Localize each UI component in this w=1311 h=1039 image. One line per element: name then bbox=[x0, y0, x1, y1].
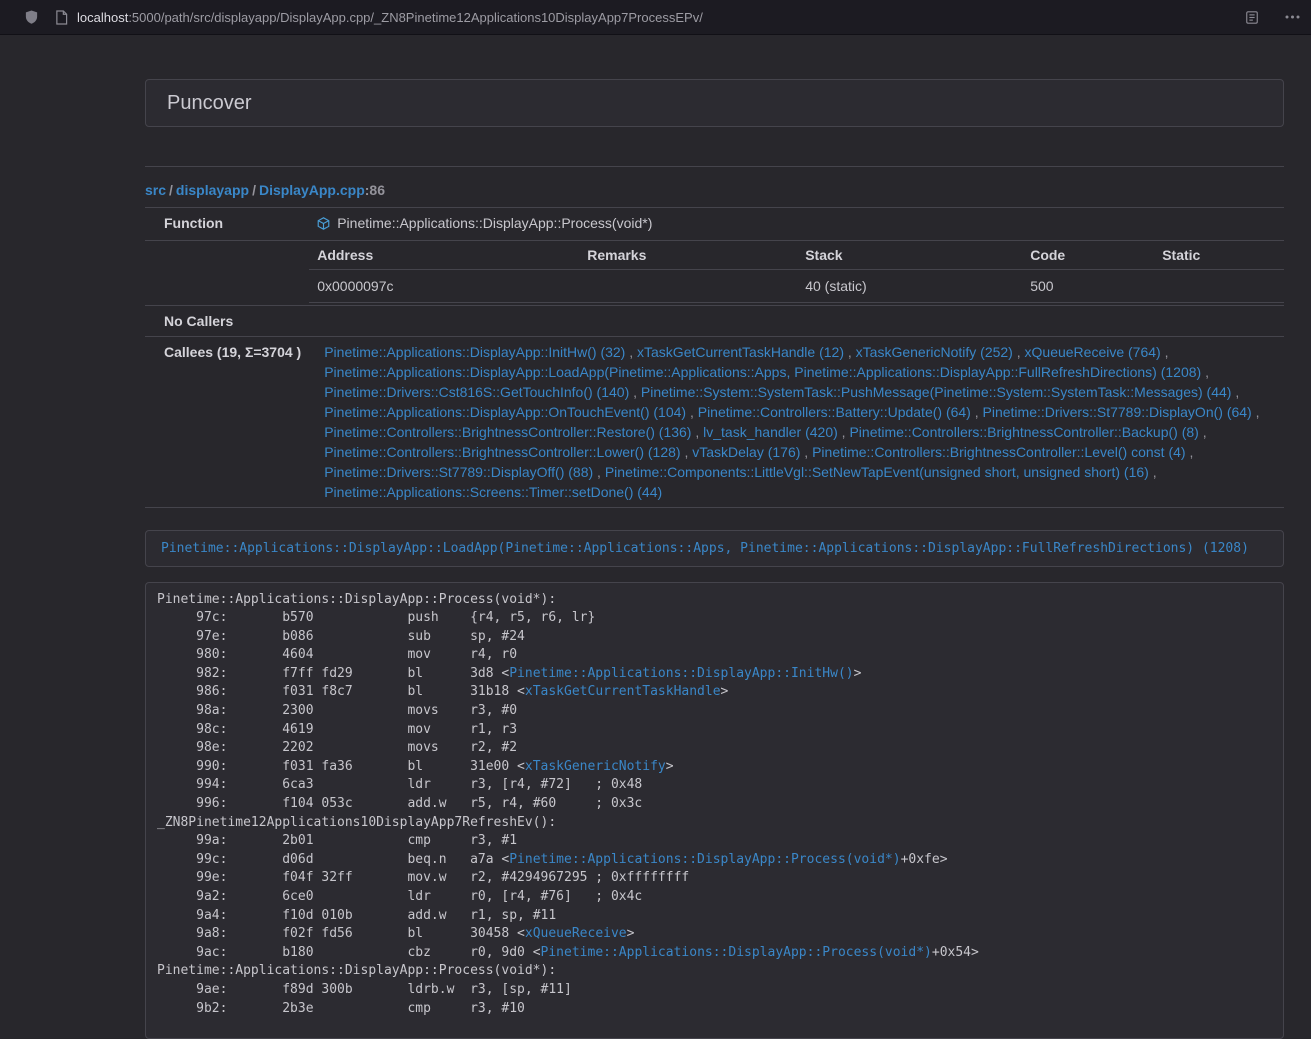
disasm-symbol-link[interactable]: xQueueReceive bbox=[525, 926, 627, 941]
breadcrumb: src/displayapp/DisplayApp.cpp:86 bbox=[145, 182, 1284, 198]
callee-separator: , bbox=[686, 404, 698, 420]
callee-link[interactable]: Pinetime::Drivers::St7789::DisplayOn() (… bbox=[983, 404, 1252, 420]
callee-link[interactable]: Pinetime::Applications::DisplayApp::Load… bbox=[324, 364, 1201, 380]
callee-separator: , bbox=[800, 444, 812, 460]
disasm-symbol-link[interactable]: xTaskGenericNotify bbox=[525, 759, 666, 774]
callee-separator: , bbox=[838, 424, 850, 440]
disasm-symbol-link[interactable]: Pinetime::Applications::DisplayApp::Proc… bbox=[541, 945, 932, 960]
selected-callee-box: Pinetime::Applications::DisplayApp::Load… bbox=[145, 530, 1284, 567]
url-bar[interactable]: localhost:5000/path/src/displayapp/Displ… bbox=[77, 10, 703, 25]
callee-link[interactable]: Pinetime::Applications::DisplayApp::OnTo… bbox=[324, 404, 686, 420]
page-actions-ellipsis-icon[interactable] bbox=[1285, 15, 1300, 19]
callees-cell: Pinetime::Applications::DisplayApp::Init… bbox=[309, 336, 1284, 507]
page-title: Puncover bbox=[167, 92, 252, 115]
function-row-label: Function bbox=[145, 208, 309, 241]
function-name: Pinetime::Applications::DisplayApp::Proc… bbox=[337, 213, 652, 233]
no-callers-label: No Callers bbox=[145, 305, 309, 336]
callees-label: Callees (19, Σ=3704 ) bbox=[145, 336, 309, 507]
address-value: 0x0000097c bbox=[309, 269, 579, 302]
callee-link[interactable]: Pinetime::Controllers::BrightnessControl… bbox=[324, 444, 680, 460]
callee-link[interactable]: xTaskGetCurrentTaskHandle (12) bbox=[637, 344, 844, 360]
callee-link[interactable]: Pinetime::System::SystemTask::PushMessag… bbox=[641, 384, 1232, 400]
callee-link[interactable]: Pinetime::Components::LittleVgl::SetNewT… bbox=[605, 464, 1149, 480]
breadcrumb-separator: / bbox=[249, 182, 259, 198]
browser-chrome: localhost:5000/path/src/displayapp/Displ… bbox=[0, 0, 1311, 35]
callee-link[interactable]: xTaskGenericNotify (252) bbox=[856, 344, 1013, 360]
table-row: Address Remarks Stack Code Static 0x0000… bbox=[145, 240, 1284, 305]
disasm-symbol-link[interactable]: Pinetime::Applications::DisplayApp::Proc… bbox=[509, 852, 900, 867]
remarks-value bbox=[579, 269, 797, 302]
address-table: Address Remarks Stack Code Static 0x0000… bbox=[309, 241, 1284, 303]
column-header-code: Code bbox=[1022, 241, 1154, 270]
selected-callee-link[interactable]: Pinetime::Applications::DisplayApp::Load… bbox=[161, 541, 1249, 556]
callee-separator: , bbox=[971, 404, 983, 420]
callee-link[interactable]: vTaskDelay (176) bbox=[692, 444, 800, 460]
callee-separator: , bbox=[625, 344, 637, 360]
callee-link[interactable]: Pinetime::Applications::DisplayApp::Init… bbox=[324, 344, 625, 360]
callee-link[interactable]: lv_task_handler (420) bbox=[703, 424, 838, 440]
breadcrumb-line-number: :86 bbox=[365, 182, 385, 198]
callee-link[interactable]: Pinetime::Controllers::BrightnessControl… bbox=[812, 444, 1185, 460]
static-value bbox=[1154, 269, 1284, 302]
callee-separator: , bbox=[593, 464, 605, 480]
callee-separator: , bbox=[1201, 364, 1209, 380]
code-value: 500 bbox=[1022, 269, 1154, 302]
callee-link[interactable]: Pinetime::Controllers::Battery::Update()… bbox=[698, 404, 971, 420]
app-header: Puncover bbox=[145, 79, 1284, 127]
callee-separator: , bbox=[1186, 444, 1194, 460]
callee-separator: , bbox=[1231, 384, 1239, 400]
callee-separator: , bbox=[1161, 344, 1169, 360]
table-row: 0x0000097c 40 (static) 500 bbox=[309, 269, 1284, 302]
page-info-icon[interactable] bbox=[55, 10, 68, 25]
function-icon bbox=[317, 217, 330, 230]
callee-separator: , bbox=[629, 384, 641, 400]
callee-link[interactable]: xQueueReceive (764) bbox=[1025, 344, 1161, 360]
table-row: Callees (19, Σ=3704 ) Pinetime::Applicat… bbox=[145, 336, 1284, 507]
breadcrumb-separator: / bbox=[166, 182, 176, 198]
tracking-protection-shield-icon[interactable] bbox=[24, 9, 39, 25]
url-host: localhost bbox=[77, 10, 128, 25]
callee-separator: , bbox=[844, 344, 856, 360]
column-header-remarks: Remarks bbox=[579, 241, 797, 270]
disasm-symbol-link[interactable]: Pinetime::Applications::DisplayApp::Init… bbox=[509, 666, 853, 681]
callee-separator: , bbox=[1199, 424, 1207, 440]
reader-view-icon[interactable] bbox=[1245, 10, 1259, 25]
symbol-table: Function Pinetime::Applications::Display… bbox=[145, 207, 1284, 508]
callee-separator: , bbox=[1149, 464, 1157, 480]
divider bbox=[145, 166, 1284, 167]
table-row: No Callers bbox=[145, 305, 1284, 336]
stack-value: 40 (static) bbox=[797, 269, 1022, 302]
column-header-address: Address bbox=[309, 241, 579, 270]
breadcrumb-item-displayapp[interactable]: displayapp bbox=[176, 182, 249, 198]
callee-separator: , bbox=[1252, 404, 1260, 420]
table-row: Function Pinetime::Applications::Display… bbox=[145, 208, 1284, 241]
callee-link[interactable]: Pinetime::Applications::Screens::Timer::… bbox=[324, 484, 662, 500]
callee-link[interactable]: Pinetime::Drivers::St7789::DisplayOff() … bbox=[324, 464, 593, 480]
callee-separator: , bbox=[691, 424, 703, 440]
url-path: :5000/path/src/displayapp/DisplayApp.cpp… bbox=[128, 10, 703, 25]
table-header-row: Address Remarks Stack Code Static bbox=[309, 241, 1284, 270]
callee-link[interactable]: Pinetime::Controllers::BrightnessControl… bbox=[849, 424, 1198, 440]
callee-link[interactable]: Pinetime::Controllers::BrightnessControl… bbox=[324, 424, 691, 440]
callee-separator: , bbox=[1013, 344, 1025, 360]
disassembly: Pinetime::Applications::DisplayApp::Proc… bbox=[145, 582, 1284, 1039]
page-container: Puncover src/displayapp/DisplayApp.cpp:8… bbox=[145, 79, 1284, 1039]
column-header-static: Static bbox=[1154, 241, 1284, 270]
column-header-stack: Stack bbox=[797, 241, 1022, 270]
disasm-symbol-link[interactable]: xTaskGetCurrentTaskHandle bbox=[525, 684, 721, 699]
breadcrumb-item-src[interactable]: src bbox=[145, 182, 166, 198]
callee-link[interactable]: Pinetime::Drivers::Cst816S::GetTouchInfo… bbox=[324, 384, 629, 400]
callee-separator: , bbox=[681, 444, 693, 460]
breadcrumb-item-file[interactable]: DisplayApp.cpp bbox=[259, 182, 365, 198]
